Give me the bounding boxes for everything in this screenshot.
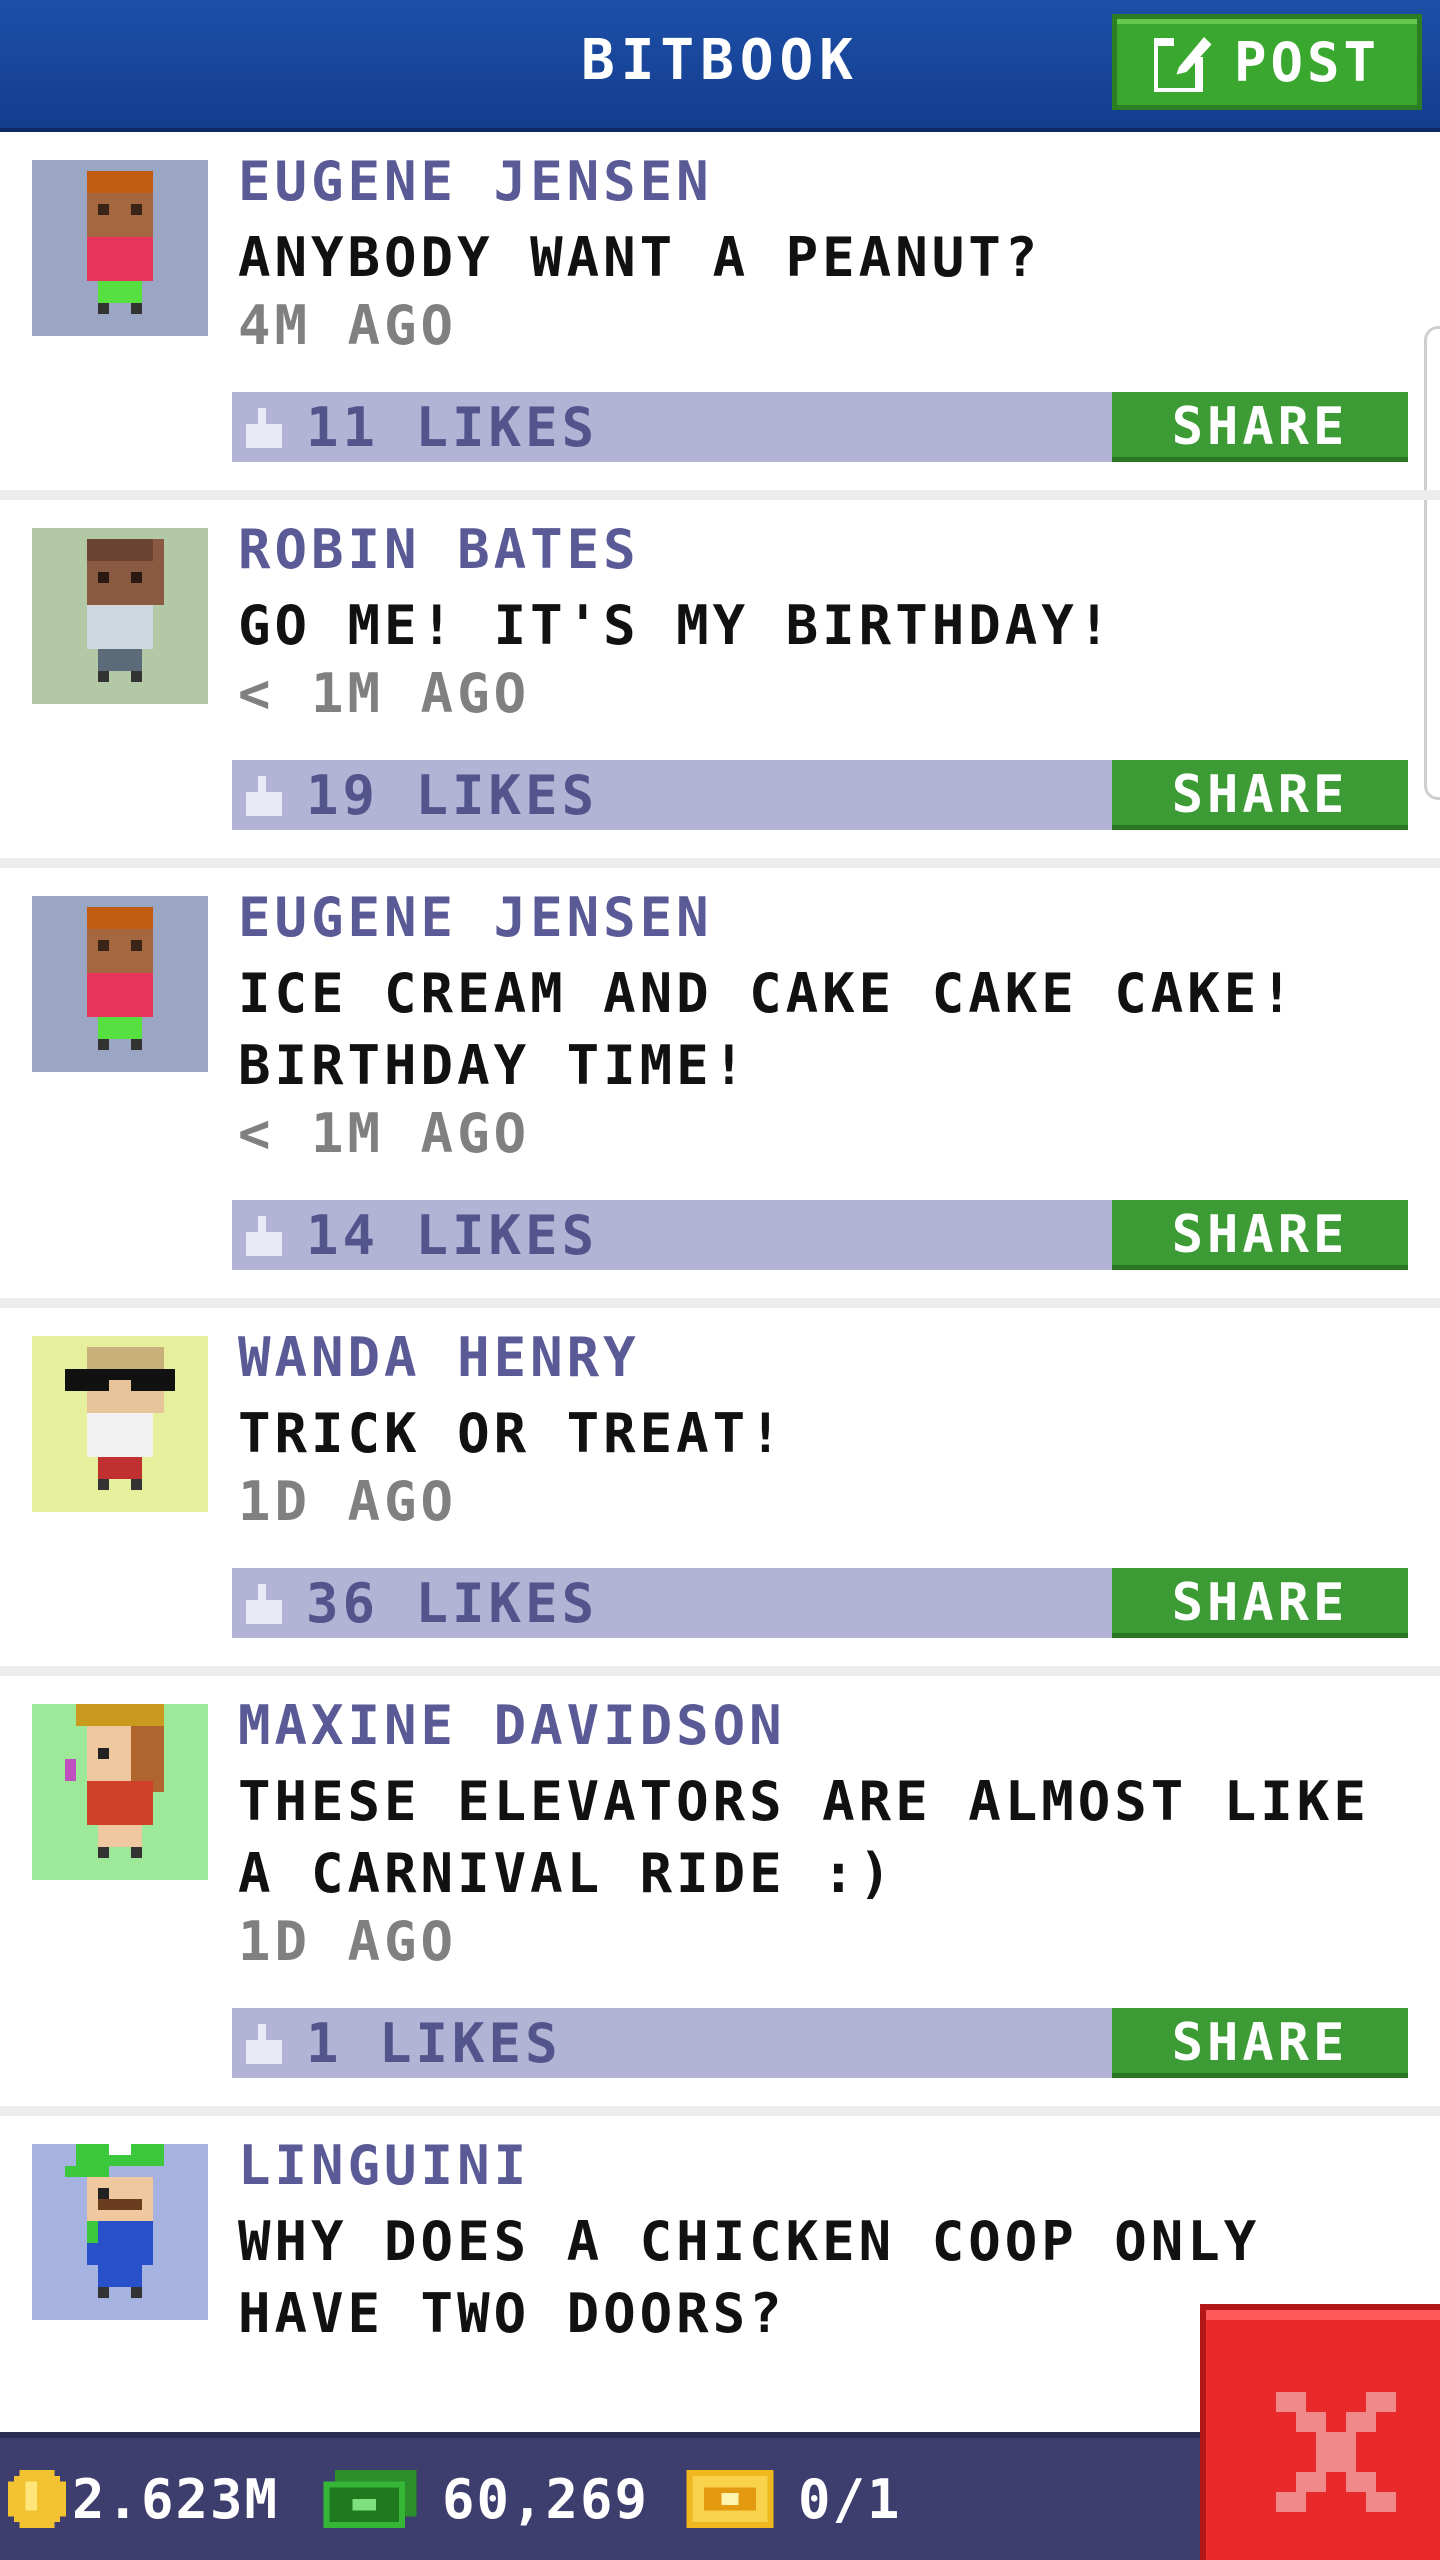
ticket-icon: [686, 2470, 774, 2528]
avatar[interactable]: [32, 1336, 208, 1512]
avatar[interactable]: [32, 2144, 208, 2320]
thumbs-up-icon: [246, 776, 282, 816]
post-author[interactable]: ROBIN BATES: [238, 518, 640, 581]
avatar-icon: [32, 2144, 208, 2320]
coins-stat: 2.623M: [8, 2438, 279, 2560]
avatar-icon: [32, 896, 208, 1072]
likes-bar: 11 LIKES SHARE: [232, 392, 1408, 462]
avatar-icon: [32, 1704, 208, 1880]
post-author[interactable]: MAXINE DAVIDSON: [238, 1694, 786, 1757]
avatar[interactable]: [32, 896, 208, 1072]
post-time: < 1M AGO: [238, 1102, 531, 1165]
app-header: BITBOOK POST: [0, 0, 1440, 132]
bux-icon: [323, 2470, 417, 2528]
tickets-stat: 0/1: [686, 2438, 902, 2560]
share-button[interactable]: SHARE: [1112, 1568, 1408, 1638]
likes-count[interactable]: 14 LIKES: [306, 1204, 598, 1267]
close-button[interactable]: [1200, 2304, 1440, 2560]
likes-count[interactable]: 36 LIKES: [306, 1572, 598, 1635]
post-button-label: POST: [1233, 30, 1381, 94]
avatar[interactable]: [32, 1704, 208, 1880]
likes-bar: 1 LIKES SHARE: [232, 2008, 1408, 2078]
bux-stat: 60,269: [322, 2438, 649, 2560]
post-time: < 1M AGO: [238, 662, 531, 725]
share-button[interactable]: SHARE: [1112, 1200, 1408, 1270]
avatar[interactable]: [32, 528, 208, 704]
post-author[interactable]: WANDA HENRY: [238, 1326, 640, 1389]
avatar-icon: [32, 528, 208, 704]
likes-count[interactable]: 1 LIKES: [306, 2012, 562, 2075]
likes-count[interactable]: 11 LIKES: [306, 396, 598, 459]
news-feed: EUGENE JENSEN ANYBODY WANT A PEANUT? 4M …: [0, 132, 1440, 2416]
post-author[interactable]: EUGENE JENSEN: [238, 150, 713, 213]
bux-value: 60,269: [442, 2467, 650, 2531]
post-time: 1D AGO: [238, 1470, 458, 1533]
post-author[interactable]: EUGENE JENSEN: [238, 886, 713, 949]
post-button[interactable]: POST: [1112, 14, 1422, 110]
post-message: THESE ELEVATORS ARE ALMOST LIKE A CARNIV…: [238, 1770, 1370, 1905]
avatar-icon: [32, 160, 208, 336]
post-time: 1D AGO: [238, 1910, 458, 1973]
share-button[interactable]: SHARE: [1112, 2008, 1408, 2078]
thumbs-up-icon: [246, 1584, 282, 1624]
avatar-icon: [32, 1336, 208, 1512]
post-time: 4M AGO: [238, 294, 458, 357]
post-message: ICE CREAM AND CAKE CAKE CAKE! BIRTHDAY T…: [238, 962, 1297, 1097]
post-author[interactable]: LINGUINI: [238, 2134, 530, 2197]
share-button[interactable]: SHARE: [1112, 760, 1408, 830]
likes-bar: 14 LIKES SHARE: [232, 1200, 1408, 1270]
feed-post: MAXINE DAVIDSON THESE ELEVATORS ARE ALMO…: [0, 1676, 1440, 2116]
compose-icon: [1153, 32, 1214, 92]
coin-icon: [8, 2470, 66, 2528]
post-message: ANYBODY WANT A PEANUT?: [238, 226, 1042, 289]
feed-post: EUGENE JENSEN ANYBODY WANT A PEANUT? 4M …: [0, 132, 1440, 500]
coins-value: 2.623M: [72, 2467, 280, 2531]
likes-bar: 36 LIKES SHARE: [232, 1568, 1408, 1638]
likes-bar: 19 LIKES SHARE: [232, 760, 1408, 830]
feed-post: ROBIN BATES GO ME! IT'S MY BIRTHDAY! < 1…: [0, 500, 1440, 868]
post-message: GO ME! IT'S MY BIRTHDAY!: [238, 594, 1115, 657]
avatar[interactable]: [32, 160, 208, 336]
tickets-value: 0/1: [798, 2467, 902, 2531]
thumbs-up-icon: [246, 408, 282, 448]
feed-post: EUGENE JENSEN ICE CREAM AND CAKE CAKE CA…: [0, 868, 1440, 1308]
post-message: TRICK OR TREAT!: [238, 1402, 786, 1465]
likes-count[interactable]: 19 LIKES: [306, 764, 598, 827]
thumbs-up-icon: [246, 1216, 282, 1256]
feed-post: WANDA HENRY TRICK OR TREAT! 1D AGO 36 LI…: [0, 1308, 1440, 1676]
thumbs-up-icon: [246, 2024, 282, 2064]
share-button[interactable]: SHARE: [1112, 392, 1408, 462]
close-icon: [1276, 2392, 1396, 2512]
